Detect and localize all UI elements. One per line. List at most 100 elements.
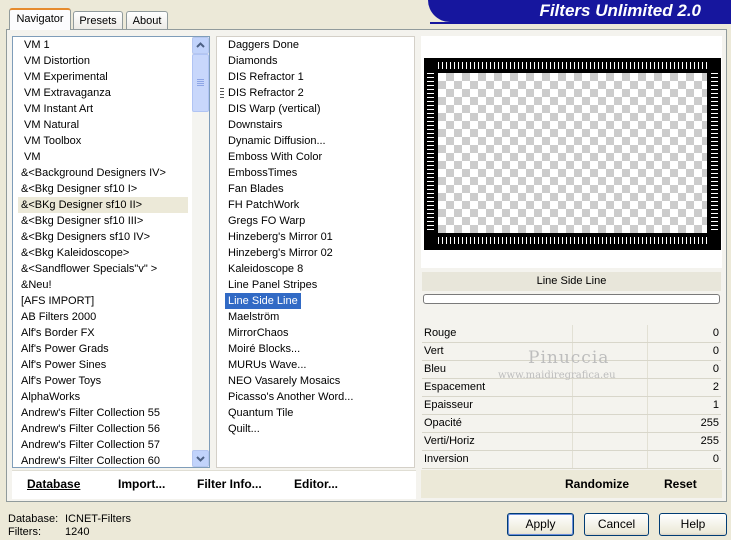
param-label: Rouge xyxy=(424,327,457,339)
filter-item[interactable]: Moiré Blocks... xyxy=(225,341,410,357)
editor-link[interactable]: Editor... xyxy=(294,477,338,491)
filter-item[interactable]: Downstairs xyxy=(225,117,410,133)
filter-item[interactable]: Quilt... xyxy=(225,421,410,437)
cancel-button[interactable]: Cancel xyxy=(584,513,649,536)
category-item[interactable]: VM Natural xyxy=(18,117,188,133)
param-value: 255 xyxy=(700,417,719,429)
filter-item[interactable]: Diamonds xyxy=(225,53,410,69)
param-row[interactable]: Epaisseur 1 xyxy=(422,397,721,415)
filters-count: 1240 xyxy=(65,526,90,538)
tab-presets[interactable]: Presets xyxy=(73,11,123,29)
category-item[interactable]: VM Distortion xyxy=(18,53,188,69)
param-label: Opacité xyxy=(424,417,462,429)
database-label: Database: xyxy=(8,513,59,525)
category-item[interactable]: &<Bkg Designers sf10 IV> xyxy=(18,229,188,245)
param-value: 1 xyxy=(712,399,719,411)
filter-item[interactable]: DIS Refractor 1 xyxy=(225,69,410,85)
category-item[interactable]: &<BKg Designer sf10 II> xyxy=(18,197,188,213)
param-row[interactable]: Espacement 2 xyxy=(422,379,721,397)
category-item[interactable]: &<Bkg Designer sf10 I> xyxy=(18,181,188,197)
category-item[interactable]: VM Experimental xyxy=(18,69,188,85)
category-scrollbar[interactable] xyxy=(192,37,209,467)
filter-item[interactable]: Picasso's Another Word... xyxy=(225,389,410,405)
param-label: Espacement xyxy=(424,381,486,393)
filter-item[interactable]: Daggers Done xyxy=(225,37,410,53)
param-label: Verti/Horiz xyxy=(424,435,475,447)
import-link[interactable]: Import... xyxy=(118,477,165,491)
category-item[interactable]: &<Bkg Designer sf10 III> xyxy=(18,213,188,229)
filter-item[interactable]: MURUs Wave... xyxy=(225,357,410,373)
category-item[interactable]: &Neu! xyxy=(18,277,188,293)
splitter-grip[interactable] xyxy=(220,88,224,98)
category-item[interactable]: Andrew's Filter Collection 56 xyxy=(18,421,188,437)
param-label: Bleu xyxy=(424,363,447,375)
category-item[interactable]: Andrew's Filter Collection 55 xyxy=(18,405,188,421)
banner-stripe xyxy=(430,22,731,24)
param-value: 2 xyxy=(712,381,719,393)
filter-item[interactable]: Emboss With Color xyxy=(225,149,410,165)
filter-item[interactable]: Quantum Tile xyxy=(225,405,410,421)
app-title-banner: Filters Unlimited 2.0 xyxy=(428,0,731,22)
param-value: 0 xyxy=(712,345,719,357)
param-row[interactable]: Opacité 255 xyxy=(422,415,721,433)
preview-image xyxy=(424,58,721,250)
param-label: Epaisseur xyxy=(424,399,473,411)
filter-item[interactable]: DIS Refractor 2 xyxy=(225,85,410,101)
help-button[interactable]: Help xyxy=(659,513,727,536)
database-value: ICNET-Filters xyxy=(65,513,131,525)
category-scroll-thumb[interactable] xyxy=(192,54,209,112)
category-item[interactable]: Alf's Power Sines xyxy=(18,357,188,373)
database-link[interactable]: Database xyxy=(27,477,80,491)
category-list[interactable]: VM 1 VM Distortion VM Experimental VM Extra… xyxy=(12,36,210,468)
apply-button[interactable]: Apply xyxy=(507,513,574,536)
category-item[interactable]: Andrew's Filter Collection 60 xyxy=(18,453,188,469)
filter-item[interactable]: Line Panel Stripes xyxy=(225,277,410,293)
category-item[interactable]: &<Background Designers IV> xyxy=(18,165,188,181)
param-label: Vert xyxy=(424,345,444,357)
reset-link[interactable]: Reset xyxy=(664,477,697,491)
category-item[interactable]: VM Extravaganza xyxy=(18,85,188,101)
tab-about[interactable]: About xyxy=(126,11,168,29)
param-value: 0 xyxy=(712,327,719,339)
category-item[interactable]: Alf's Border FX xyxy=(18,325,188,341)
filter-item[interactable]: NEO Vasarely Mosaics xyxy=(225,373,410,389)
category-item[interactable]: VM xyxy=(18,149,188,165)
filter-item[interactable]: Gregs FO Warp xyxy=(225,213,410,229)
param-row[interactable]: Inversion 0 xyxy=(422,451,721,469)
category-item[interactable]: VM Instant Art xyxy=(18,101,188,117)
filter-item[interactable]: Hinzeberg's Mirror 01 xyxy=(225,229,410,245)
category-item[interactable]: VM 1 xyxy=(18,37,188,53)
category-item[interactable]: AlphaWorks xyxy=(18,389,188,405)
category-item[interactable]: [AFS IMPORT] xyxy=(18,293,188,309)
category-item[interactable]: AB Filters 2000 xyxy=(18,309,188,325)
category-item[interactable]: Andrew's Filter Collection 57 xyxy=(18,437,188,453)
filter-item[interactable]: Line Side Line xyxy=(225,293,410,309)
chevron-up-icon[interactable] xyxy=(192,37,209,54)
param-row[interactable]: Verti/Horiz 255 xyxy=(422,433,721,451)
filter-item[interactable]: DIS Warp (vertical) xyxy=(225,101,410,117)
param-row[interactable]: Rouge 0 xyxy=(422,325,721,343)
filters-label: Filters: xyxy=(8,526,41,538)
filter-item[interactable]: Kaleidoscope 8 xyxy=(225,261,410,277)
param-value: 255 xyxy=(700,435,719,447)
category-item[interactable]: Alf's Power Grads xyxy=(18,341,188,357)
filter-item[interactable]: MirrorChaos xyxy=(225,325,410,341)
filter-name-label: Line Side Line xyxy=(422,272,721,291)
watermark-name: Pinuccia xyxy=(528,348,610,368)
tab-navigator[interactable]: Navigator xyxy=(9,8,71,30)
filter-item[interactable]: Maelström xyxy=(225,309,410,325)
category-item[interactable]: &<Bkg Kaleidoscope> xyxy=(18,245,188,261)
chevron-down-icon[interactable] xyxy=(192,450,209,467)
filter-list[interactable]: Daggers Done Diamonds DIS Refractor 1 DIS R… xyxy=(216,36,415,468)
filter-item[interactable]: Dynamic Diffusion... xyxy=(225,133,410,149)
filter-item[interactable]: FH PatchWork xyxy=(225,197,410,213)
progress-bar xyxy=(423,294,720,304)
randomize-link[interactable]: Randomize xyxy=(565,477,629,491)
filter-item[interactable]: EmbossTimes xyxy=(225,165,410,181)
filter-info-link[interactable]: Filter Info... xyxy=(197,477,262,491)
filter-item[interactable]: Fan Blades xyxy=(225,181,410,197)
category-item[interactable]: &<Sandflower Specials"v" > xyxy=(18,261,188,277)
filter-item[interactable]: Hinzeberg's Mirror 02 xyxy=(225,245,410,261)
category-item[interactable]: Alf's Power Toys xyxy=(18,373,188,389)
category-item[interactable]: VM Toolbox xyxy=(18,133,188,149)
